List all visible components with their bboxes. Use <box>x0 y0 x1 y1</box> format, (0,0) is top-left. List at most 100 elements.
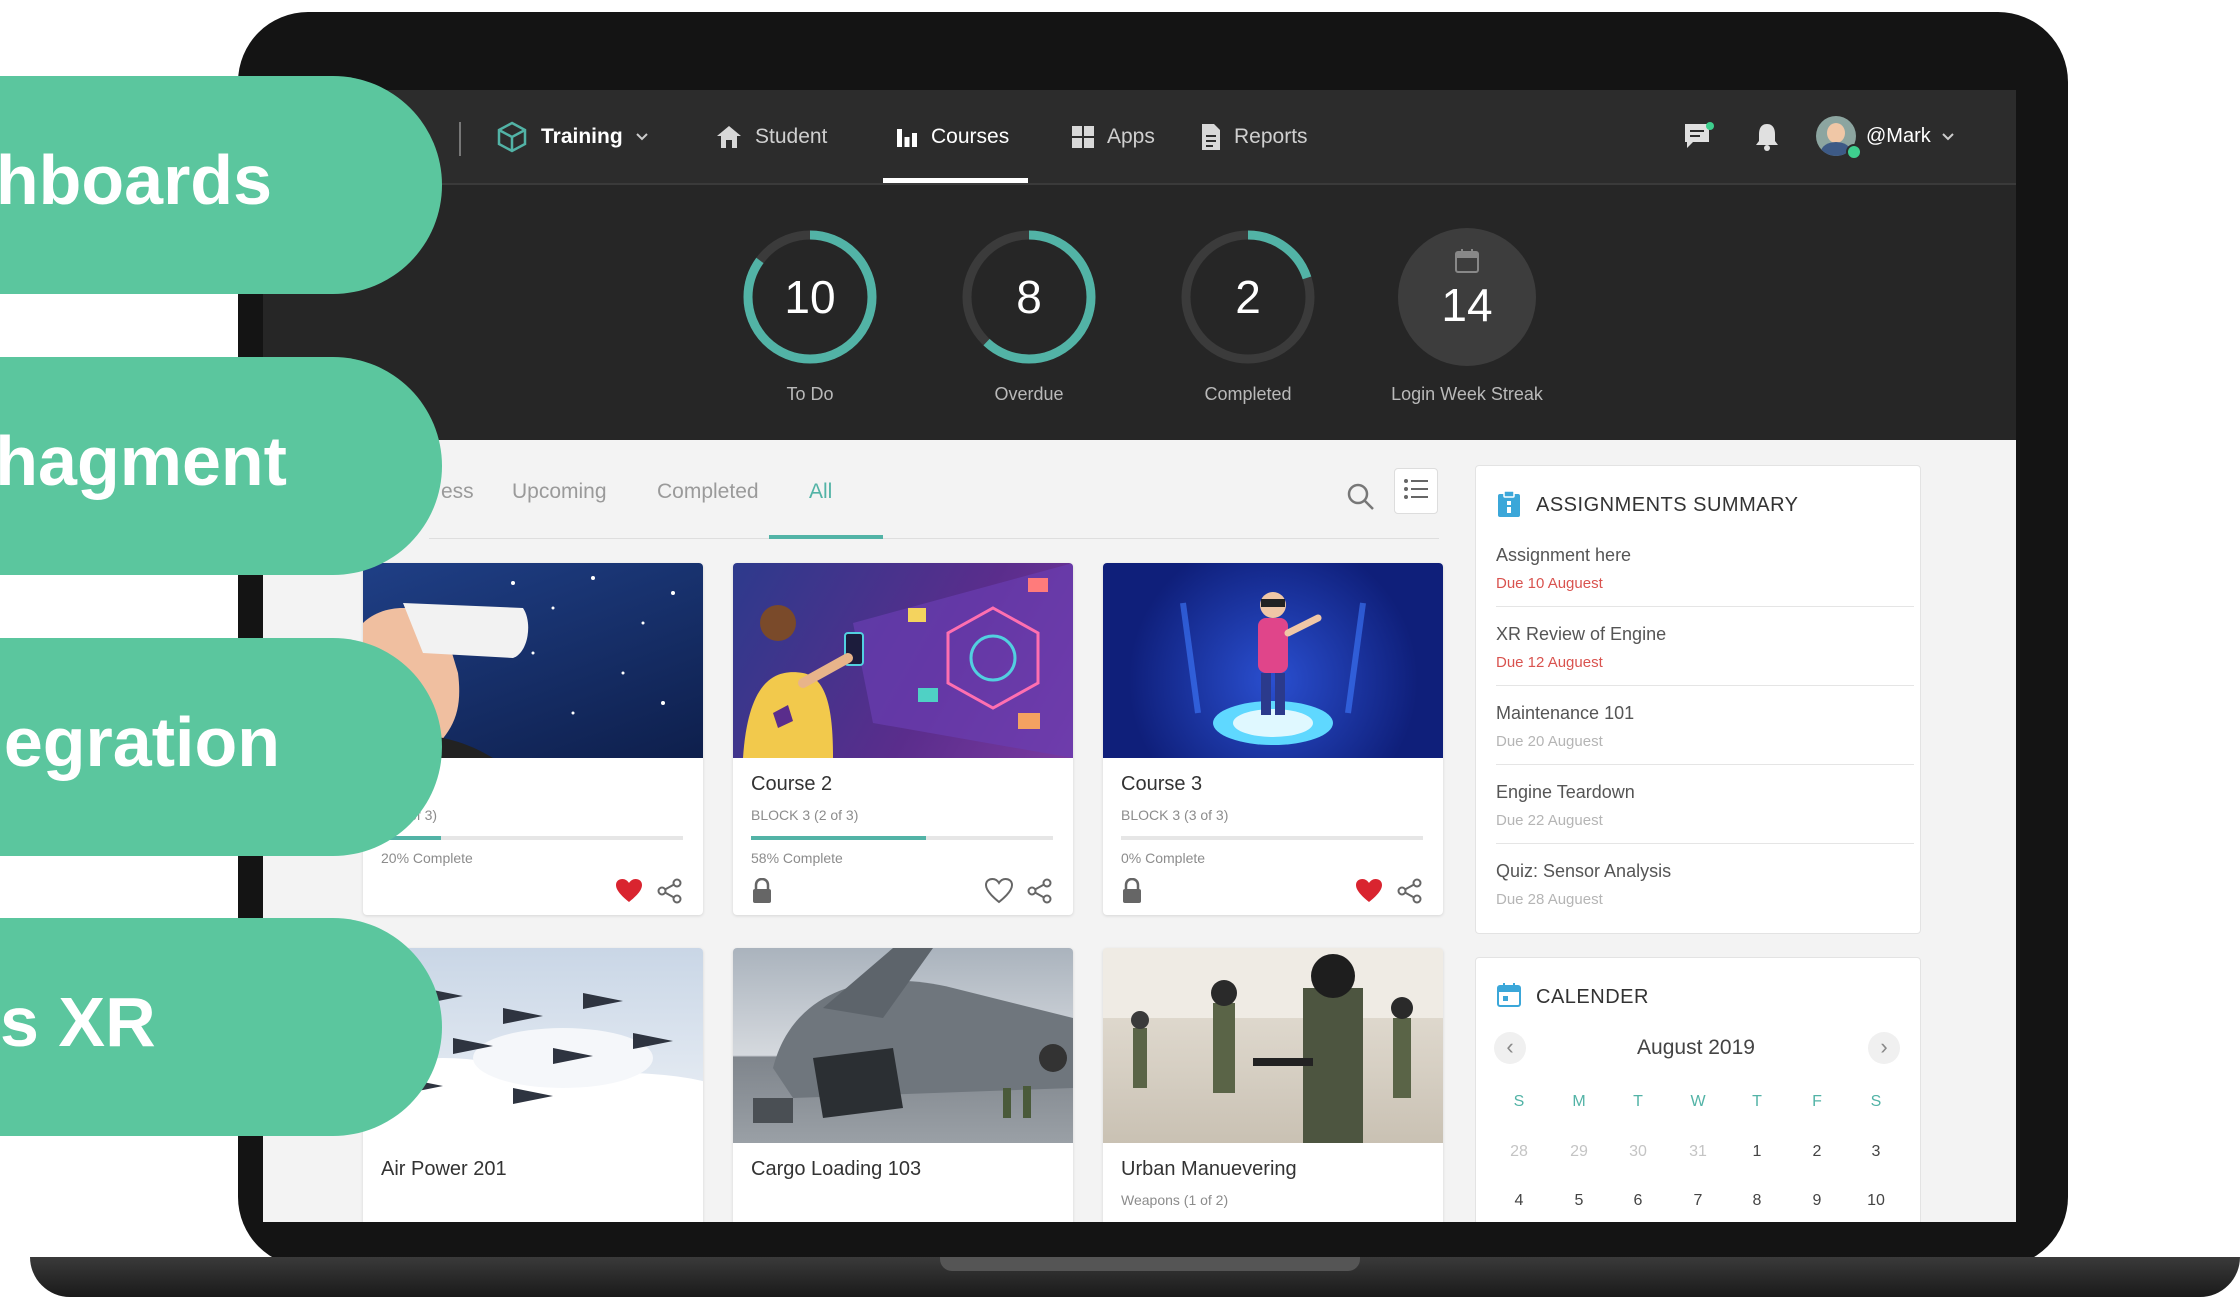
bell-icon[interactable] <box>1753 122 1781 157</box>
share-icon[interactable] <box>1027 878 1053 909</box>
tab-upcoming[interactable]: Upcoming <box>512 480 607 504</box>
course-thumbnail <box>1103 948 1443 1143</box>
feature-pill: egration <box>0 638 442 856</box>
tab-all[interactable]: All <box>809 480 832 504</box>
nav-courses[interactable]: Courses <box>895 90 1009 183</box>
feature-pill-text: egration <box>3 703 280 781</box>
feature-pill: hboards <box>0 76 442 294</box>
calendar-day[interactable]: 3 <box>1861 1143 1891 1161</box>
calendar-day[interactable]: 8 <box>1742 1192 1772 1210</box>
weekday-label: T <box>1752 1093 1762 1110</box>
calendar-panel: CALENDER ‹ August 2019 › S M T W T F S 2… <box>1475 957 1921 1222</box>
course-title: Urban Manuevering <box>1121 1158 1297 1180</box>
assignment-title: Assignment here <box>1496 545 1632 565</box>
training-dropdown[interactable]: Training <box>495 90 649 183</box>
nav-student[interactable]: Student <box>715 90 827 183</box>
app-screen: Training Student Courses Apps Reports @M… <box>263 90 2016 1222</box>
bar-chart-icon <box>895 125 919 149</box>
next-month-button[interactable]: › <box>1868 1032 1900 1064</box>
assignment-due: Due 20 Auguest <box>1496 733 1603 750</box>
course-thumbnail <box>733 563 1073 758</box>
heart-filled-icon[interactable] <box>615 878 643 909</box>
heart-filled-icon[interactable] <box>1355 878 1383 909</box>
assignment-item[interactable]: Assignment here Due 10 Auguest <box>1496 527 1914 607</box>
course-title: Course 2 <box>751 773 833 795</box>
course-card[interactable]: Cargo Loading 103 <box>733 948 1073 1222</box>
stat-label: To Do <box>786 384 834 404</box>
nav-apps[interactable]: Apps <box>1071 90 1155 183</box>
nav-divider <box>459 122 461 156</box>
document-icon <box>1200 123 1222 151</box>
list-icon <box>1403 478 1429 505</box>
assignment-item[interactable]: Maintenance 101 Due 20 Auguest <box>1496 685 1914 765</box>
tab-in-progress[interactable]: ess <box>441 480 474 504</box>
stat-overdue: 8 Overdue <box>919 228 1139 405</box>
course-title: Cargo Loading 103 <box>751 1158 922 1180</box>
assignment-title: Engine Teardown <box>1496 782 1635 802</box>
calendar-day[interactable]: 6 <box>1623 1192 1653 1210</box>
clipboard-icon <box>1496 490 1522 523</box>
nav-apps-label: Apps <box>1107 124 1155 148</box>
assignment-title: XR Review of Engine <box>1496 624 1667 644</box>
weekday-label: M <box>1572 1093 1586 1110</box>
active-tab-indicator <box>769 535 883 539</box>
stat-value: 2 <box>1235 271 1261 323</box>
progress-bar <box>751 836 1053 840</box>
calendar-day[interactable]: 2 <box>1802 1143 1832 1161</box>
assignment-item[interactable]: Quiz: Sensor Analysis Due 28 Auguest <box>1496 843 1914 922</box>
tab-completed[interactable]: Completed <box>657 480 759 504</box>
calendar-icon <box>1496 982 1522 1013</box>
streak-badge: 14 <box>1398 228 1536 366</box>
weekday-label: S <box>1870 1093 1882 1110</box>
calendar-day[interactable]: 29 <box>1564 1143 1594 1161</box>
weekday-label: W <box>1690 1093 1706 1110</box>
online-status-dot <box>1846 144 1862 160</box>
calendar-month: August 2019 <box>1637 1036 1755 1059</box>
training-label: Training <box>541 124 623 148</box>
calendar-day[interactable]: 30 <box>1623 1143 1653 1161</box>
calendar-day[interactable]: 7 <box>1683 1192 1713 1210</box>
share-icon[interactable] <box>657 878 683 909</box>
progress-text: 20% Complete <box>381 850 473 866</box>
course-card[interactable]: Urban Manuevering Weapons (1 of 2) <box>1103 948 1443 1222</box>
assignment-item[interactable]: Engine Teardown Due 22 Auguest <box>1496 764 1914 844</box>
course-card[interactable]: Course 3 BLOCK 3 (3 of 3) 0% Complete <box>1103 563 1443 915</box>
calendar-day[interactable]: 1 <box>1742 1143 1772 1161</box>
progress-bar <box>1121 836 1423 840</box>
nav-active-indicator <box>883 178 1028 183</box>
feature-pill: hagment <box>0 357 442 575</box>
share-icon[interactable] <box>1397 878 1423 909</box>
lock-icon <box>1121 877 1143 909</box>
calendar-day[interactable]: 4 <box>1504 1192 1534 1210</box>
nav-reports[interactable]: Reports <box>1200 90 1308 183</box>
course-subtitle: BLOCK 3 (3 of 3) <box>1121 807 1229 823</box>
list-view-button[interactable] <box>1394 468 1438 514</box>
course-thumbnail <box>1103 563 1443 758</box>
search-icon[interactable] <box>1346 482 1376 517</box>
course-card[interactable]: Course 2 BLOCK 3 (2 of 3) 58% Complete <box>733 563 1073 915</box>
weekday-label: F <box>1812 1093 1822 1110</box>
heart-outline-icon[interactable] <box>984 877 1014 909</box>
assignment-title: Quiz: Sensor Analysis <box>1496 861 1672 881</box>
course-thumbnail <box>733 948 1073 1143</box>
calendar-day[interactable]: 10 <box>1861 1192 1891 1210</box>
feature-pill-text: hagment <box>0 422 287 500</box>
assignment-due: Due 22 Auguest <box>1496 812 1603 829</box>
top-nav: Training Student Courses Apps Reports @M… <box>263 90 2016 185</box>
user-menu[interactable]: @Mark <box>1816 116 1955 160</box>
chevron-down-icon <box>635 132 649 142</box>
calendar-day[interactable]: 31 <box>1683 1143 1713 1161</box>
weekday-label: T <box>1633 1093 1643 1110</box>
assignment-item[interactable]: XR Review of Engine Due 12 Auguest <box>1496 606 1914 686</box>
cube-icon <box>495 120 529 154</box>
stat-label: Login Week Streak <box>1391 384 1543 404</box>
progress-ring: 2 <box>1179 228 1317 366</box>
calendar-day[interactable]: 5 <box>1564 1192 1594 1210</box>
calendar-day[interactable]: 28 <box>1504 1143 1534 1161</box>
home-icon <box>715 124 743 150</box>
chat-icon[interactable] <box>1683 122 1715 157</box>
grid-icon <box>1071 125 1095 149</box>
lock-icon <box>751 877 773 909</box>
progress-ring: 10 <box>741 228 879 366</box>
calendar-day[interactable]: 9 <box>1802 1192 1832 1210</box>
